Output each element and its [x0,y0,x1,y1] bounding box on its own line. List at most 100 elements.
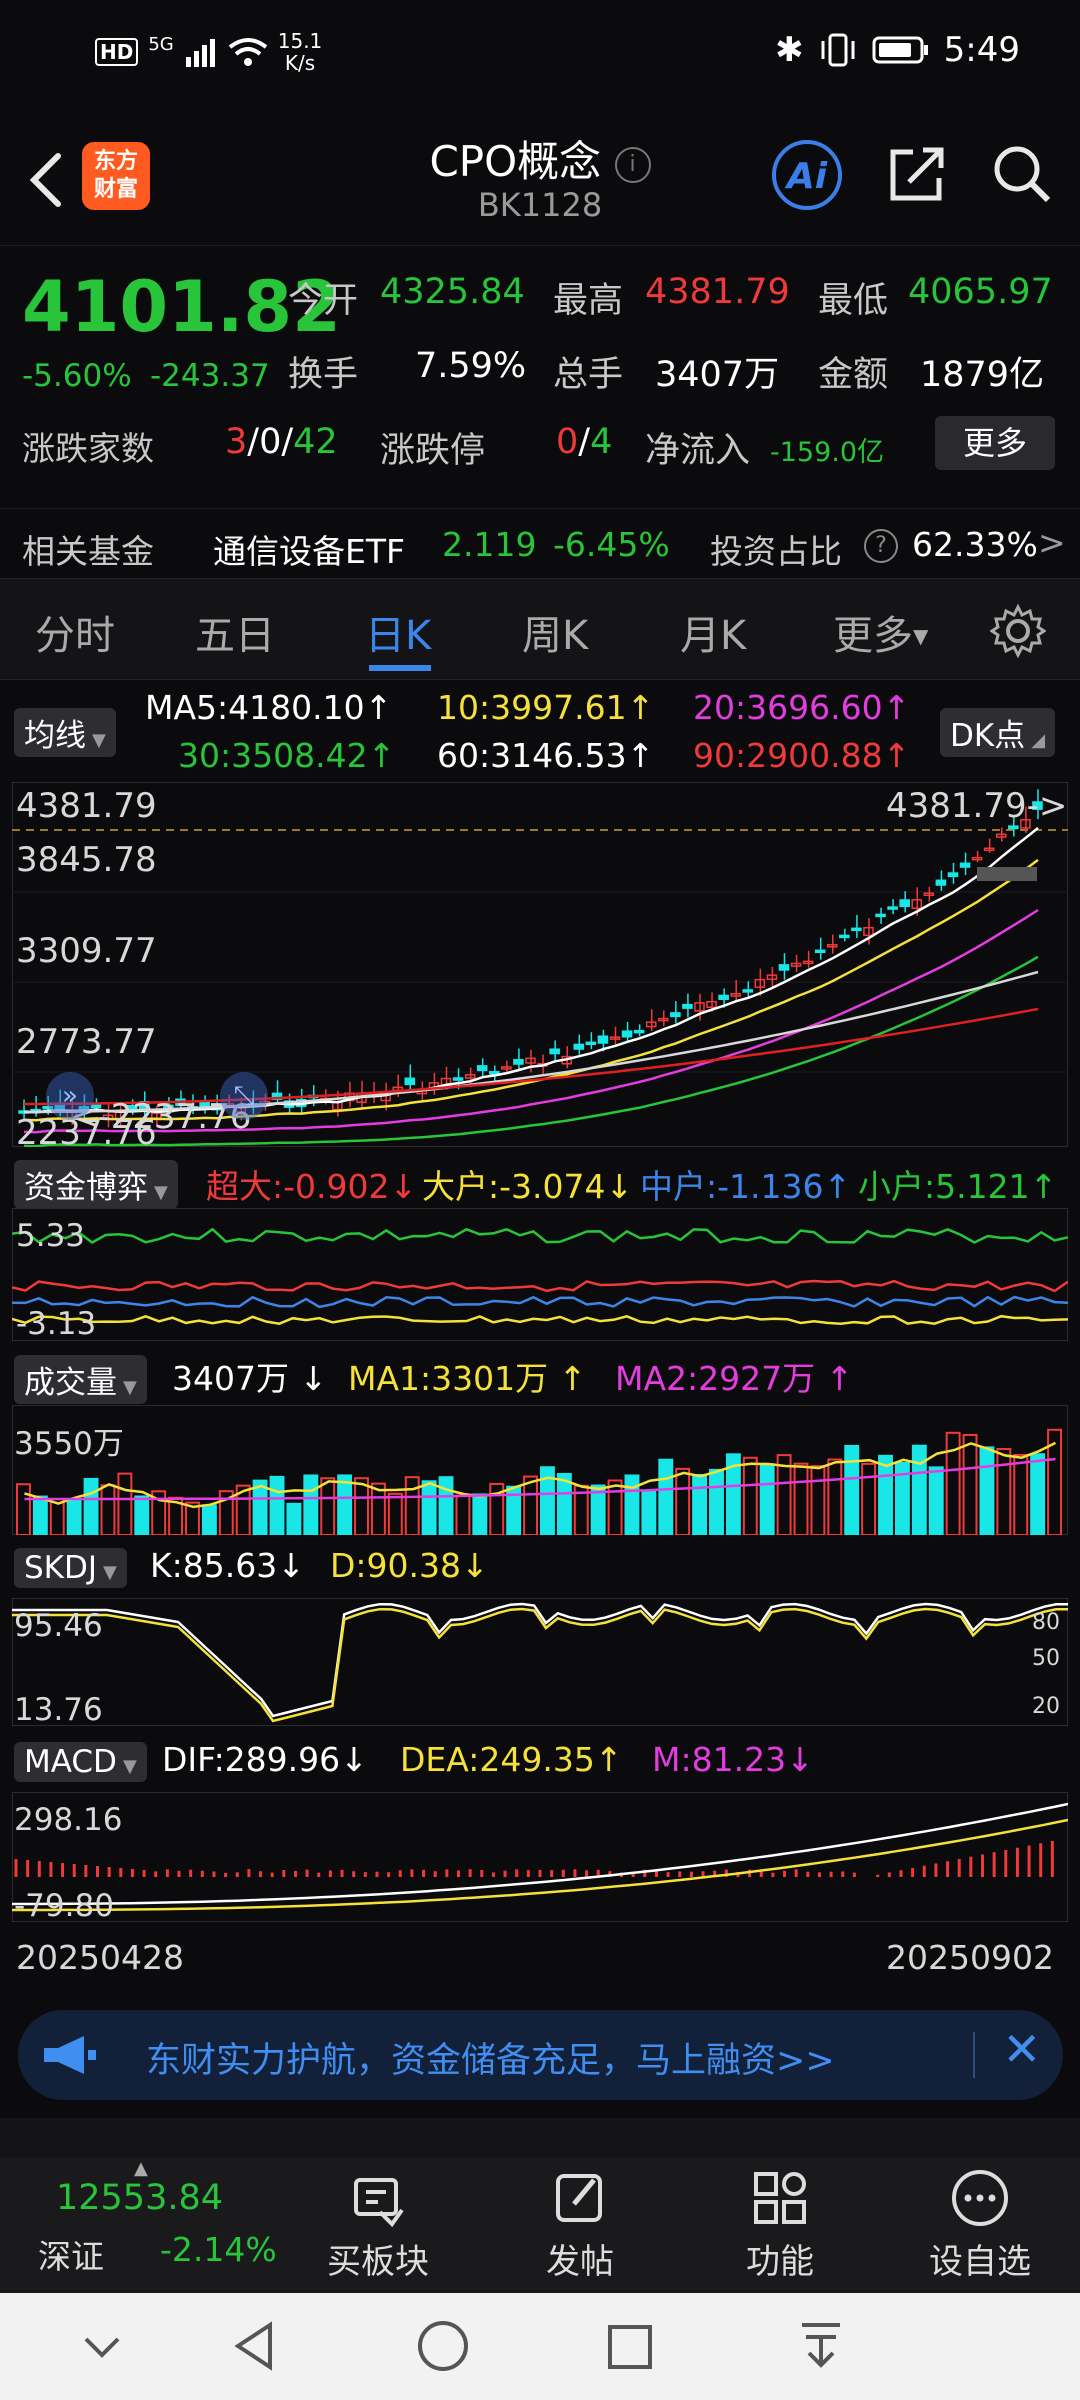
volume-bar [759,1463,775,1535]
macd-dif-line [12,1802,1068,1906]
ai-assistant-button[interactable]: Ai [772,140,842,210]
low-value: 4065.97 [908,272,1053,312]
volume-bar [523,1475,539,1535]
trade-icon [354,2178,404,2228]
system-nav-bar [0,2293,1080,2400]
post-button[interactable]: 发帖 [520,2166,640,2283]
volume-bar [607,1479,623,1535]
volume-bar [354,1477,369,1535]
skdj-chart [12,1602,1068,1723]
volume-bar [827,1458,843,1535]
volume-bar [303,1474,319,1535]
candle-body [476,1065,488,1072]
volume-label: 总手 [553,355,624,395]
volume-bar [455,1494,471,1535]
volume-bar [472,1493,488,1535]
candle-body [875,913,886,918]
ma-selector[interactable]: 均线 ▼ [14,708,116,757]
fund-pct: -6.45% [553,525,670,564]
zoom-icon[interactable]: ⤡ [220,1072,268,1120]
hd-badge: HD [95,38,139,66]
kline-y-3: 3309.77 [16,931,157,971]
signal-icon: 5G [148,33,174,55]
close-icon[interactable]: ✕ [1002,2022,1041,2076]
hidden-tab-strip [0,2118,1080,2158]
large-flow: 大户:-3.074↓ [422,1167,634,1206]
skdj-ref-80: 80 [1032,1610,1060,1635]
dk-point-button[interactable]: DK点 ◢ [940,708,1056,757]
help-icon[interactable]: ? [864,529,898,563]
ma20-value: 20:3696.60↑ [693,688,911,727]
skdj-selector[interactable]: SKDJ ▼ [14,1548,127,1588]
notification-pull-icon[interactable] [796,2319,846,2373]
tab-intraday[interactable]: 分时 [35,603,115,661]
high-label: 最高 [553,281,624,321]
skdj-ref-20: 20 [1032,1694,1060,1719]
volume-bar [1030,1453,1046,1535]
tab-five-day[interactable]: 五日 [195,603,275,661]
candle-body [947,872,959,878]
capital-selector[interactable]: 资金博弈 ▼ [14,1160,178,1209]
add-watchlist-button[interactable]: 设自选 [920,2166,1040,2283]
candle-body [682,1003,693,1009]
high-price-marker: 4381.79-> [886,786,1068,826]
chevron-right-icon[interactable]: > [1038,523,1066,562]
banner-text[interactable]: 东财实力护航，资金储备充足，马上融资>> [146,2032,835,2083]
volume-ma1: MA1:3301万 ↑ [348,1359,587,1398]
tab-more[interactable]: 更多▼ [833,603,928,661]
volume-bar [709,1468,724,1535]
index-pct: -2.14% [160,2230,277,2269]
volume-bar [269,1475,285,1535]
chevron-down-icon[interactable] [78,2323,126,2371]
volume-bar [83,1477,99,1535]
index-ticker[interactable]: ▲ 12553.84 深证 -2.14% [10,2158,300,2293]
volume-bar [810,1465,826,1535]
vibrate-icon [821,33,855,67]
fund-name[interactable]: 通信设备ETF [213,525,405,573]
fund-label: 相关基金 [22,532,154,571]
macd-selector[interactable]: MACD ▼ [14,1742,147,1782]
date-end: 20250902 [886,1938,1054,1977]
volume-bar [624,1474,640,1535]
search-icon[interactable] [990,142,1054,206]
index-name: 深证 [38,2237,104,2276]
candle-body [742,989,754,993]
candle-body [851,927,862,932]
volume-bar [793,1462,809,1535]
expand-left-icon[interactable]: » [46,1072,94,1120]
gear-icon[interactable] [990,603,1046,659]
functions-button[interactable]: 功能 [720,2166,840,2283]
tab-weekly-k[interactable]: 周K [522,603,588,661]
related-fund-row[interactable]: 相关基金 通信设备ETF 2.119 -6.45% 投资占比 ? 62.33% … [0,508,1080,579]
volume-selector[interactable]: 成交量 ▼ [14,1355,147,1404]
candle-body [887,906,898,910]
back-triangle-icon[interactable] [230,2319,280,2373]
more-button[interactable]: 更多 [935,416,1055,470]
recents-square-icon[interactable] [606,2323,654,2371]
volume-chart [16,1428,1063,1535]
buy-board-button[interactable]: 买板块 [318,2166,438,2283]
small-flow: 小户:5.121↑ [858,1167,1058,1206]
candle-body [670,1012,681,1018]
candle-body [621,1030,633,1038]
share-icon[interactable] [885,142,949,206]
macd-y-bottom: -79.80 [14,1888,114,1924]
skdj-k: K:85.63↓ [150,1546,305,1585]
skdj-y-top: 95.46 [14,1608,103,1644]
volume-bar [911,1444,927,1535]
skdj-ref-50: 50 [1032,1646,1060,1671]
kline-y-4: 2773.77 [16,1022,157,1062]
volume-bar [404,1476,420,1535]
kline-chart[interactable] [12,782,1068,1147]
candle-body [1008,825,1019,830]
volume-bar [201,1504,217,1535]
tab-monthly-k[interactable]: 月K [680,603,746,661]
volume-bar [641,1491,657,1535]
volume-bar [387,1492,403,1535]
turnover-value: 7.59% [415,346,527,386]
macd-dea: DEA:249.35↑ [400,1740,623,1779]
financing-banner[interactable]: 东财实力护航，资金储备充足，马上融资>> ✕ [18,2010,1063,2100]
home-circle-icon[interactable] [416,2319,470,2373]
info-icon[interactable]: i [614,146,651,183]
tab-daily-k[interactable]: 日K [365,603,431,661]
